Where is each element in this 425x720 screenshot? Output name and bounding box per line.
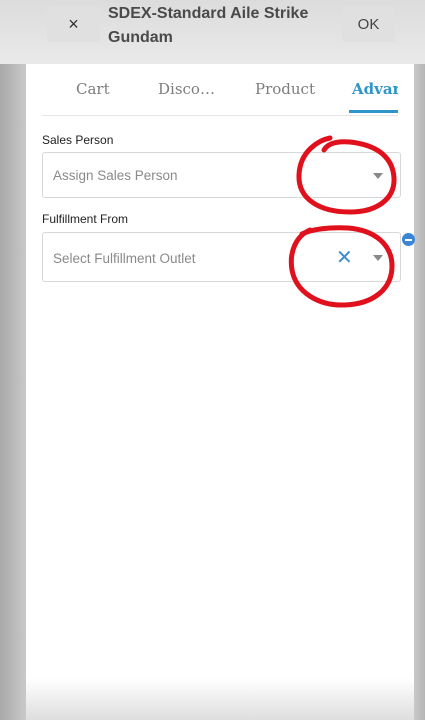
- tab-discount[interactable]: Disco…: [158, 80, 215, 98]
- fulfillment-placeholder: Select Fulfillment Outlet: [53, 251, 196, 266]
- tab-product[interactable]: Product: [255, 80, 315, 98]
- sales-person-select[interactable]: Assign Sales Person: [42, 152, 401, 198]
- sales-person-placeholder: Assign Sales Person: [53, 168, 178, 183]
- ok-button[interactable]: OK: [342, 6, 395, 42]
- tab-cart[interactable]: Cart: [76, 80, 110, 98]
- fulfillment-label: Fulfillment From: [42, 212, 129, 226]
- clear-icon[interactable]: ✕: [336, 248, 353, 268]
- close-icon: ×: [68, 13, 79, 34]
- bottom-shade: [26, 678, 414, 720]
- chevron-down-icon[interactable]: [373, 173, 383, 179]
- tab-advanced[interactable]: Advar: [352, 80, 398, 98]
- chevron-down-icon[interactable]: [373, 255, 383, 261]
- fulfillment-select[interactable]: Select Fulfillment Outlet ✕: [42, 232, 401, 282]
- close-button[interactable]: ×: [47, 6, 100, 42]
- tab-bar: Cart Disco… Product Advar: [42, 64, 398, 116]
- active-tab-indicator: [349, 110, 398, 113]
- remove-icon[interactable]: [402, 233, 415, 246]
- page-title: SDEX-Standard Aile Strike Gundam: [108, 5, 309, 46]
- sales-person-label: Sales Person: [42, 133, 114, 147]
